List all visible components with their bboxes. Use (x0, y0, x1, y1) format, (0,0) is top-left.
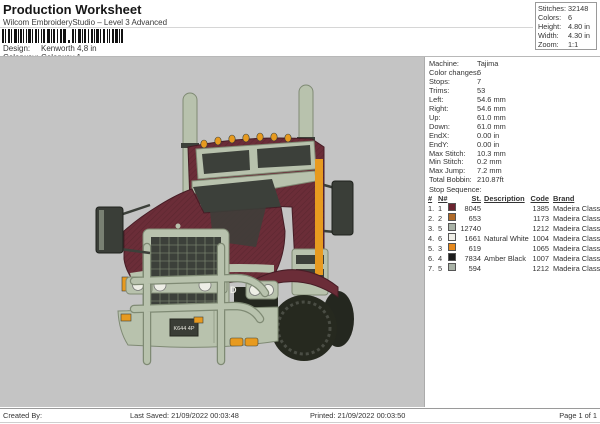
stop-sequence-row: 6.4 7834Amber Black 1007Madeira Classic … (428, 253, 600, 263)
stop-sequence-row: 4.6 1661Natural White 1004Madeira Classi… (428, 233, 600, 243)
thread-color-swatch (448, 263, 456, 271)
design-value: Kenworth 4,8 in (41, 44, 97, 53)
app-subtitle: Wilcom EmbroideryStudio – Level 3 Advanc… (3, 18, 167, 27)
door-mark-letter: D (230, 285, 237, 295)
summary-row: Height:4.80 in (538, 22, 596, 31)
thread-color-swatch (448, 233, 456, 241)
subtitle-divider (0, 27, 533, 28)
thread-color-swatch (448, 253, 456, 261)
page-title: Production Worksheet (3, 2, 141, 17)
stop-sequence-table: # N# St. Description Code Brand 1.1 8045… (427, 194, 600, 273)
license-plate-text: K644 4P (173, 326, 194, 332)
stop-sequence-row: 1.1 8045 1385Madeira Classic 40 (428, 203, 600, 213)
production-worksheet-page: Production Worksheet Wilcom EmbroiderySt… (0, 0, 600, 424)
thread-color-swatch (448, 203, 456, 211)
machine-info-row: EndX:0.00 in (427, 132, 600, 141)
machine-info-row: Up:61.0 mm (427, 114, 600, 123)
stop-sequence-row: 5.3 619 1065Madeira Classic 40 (428, 243, 600, 253)
machine-info-row: Down:61.0 mm (427, 123, 600, 132)
printed-label: Printed: 21/09/2022 00:03:50 (310, 411, 405, 420)
design-canvas: D K644 4P (0, 57, 425, 407)
summary-row: Width:4.30 in (538, 31, 596, 40)
info-panel: Machine:Tajima Color changes:6 Stops:7 T… (427, 57, 600, 407)
thread-color-swatch (448, 223, 456, 231)
summary-row: Zoom:1:1 (538, 40, 596, 49)
stop-sequence-row: 3.5 12740 1212Madeira Classic 40 (428, 223, 600, 233)
page-number-label: Page 1 of 1 (559, 411, 597, 420)
thread-color-swatch (448, 213, 456, 221)
design-label: Design: (3, 44, 41, 53)
created-by-label: Created By: (3, 411, 42, 420)
summary-row: Colors:6 (538, 13, 596, 22)
machine-info-row: Right:54.6 mm (427, 105, 600, 114)
door-stripe-shape (315, 159, 323, 275)
summary-row: Stitches:32148 (538, 4, 596, 13)
footer: Created By: Last Saved: 21/09/2022 00:03… (0, 409, 600, 423)
front-wheel-shape (271, 295, 337, 361)
last-saved-label: Last Saved: 21/09/2022 00:03:48 (130, 411, 239, 420)
machine-info-row: Trims:53 (427, 87, 600, 96)
stop-sequence-row: 7.5 594 1212Madeira Classic 40 (428, 263, 600, 273)
design-barcode (2, 29, 126, 43)
machine-info-row: Stops:7 (427, 78, 600, 87)
stop-sequence-title: Stop Sequence: (427, 185, 600, 194)
thread-color-swatch (448, 243, 456, 251)
bottom-edge-line (0, 422, 600, 423)
design-summary-box: Stitches:32148 Colors:6 Height:4.80 in W… (535, 2, 597, 50)
machine-info-row: Color changes:6 (427, 69, 600, 78)
right-mirror-shape (324, 181, 353, 235)
design-name-row: Design:Kenworth 4,8 in (3, 44, 97, 53)
machine-info-row: Left:54.6 mm (427, 96, 600, 105)
stop-sequence-row: 2.2 653 1173Madeira Classic 40 (428, 213, 600, 223)
machine-info-row: Total Bobbin:210.87ft (427, 176, 600, 185)
stop-sequence-header-row: # N# St. Description Code Brand (428, 194, 600, 203)
embroidery-truck-graphic: D K644 4P (86, 81, 386, 381)
